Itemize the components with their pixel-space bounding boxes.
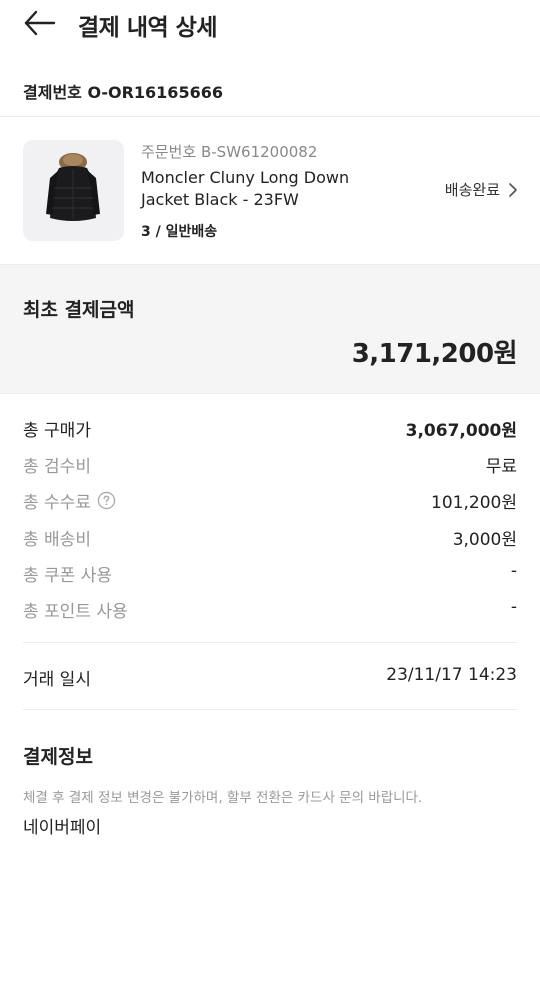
arrow-left-icon bbox=[24, 10, 56, 36]
cost-line-inspection: 총 검수비 무료 bbox=[23, 448, 517, 484]
cost-line-label: 총 배송비 bbox=[23, 529, 91, 550]
trade-datetime-value: 23/11/17 14:23 bbox=[386, 665, 517, 685]
divider bbox=[23, 642, 517, 643]
back-button[interactable] bbox=[22, 8, 58, 38]
product-name-line2: Jacket Black - 23FW bbox=[141, 190, 299, 209]
cost-line-label: 총 검수비 bbox=[23, 457, 91, 478]
cost-line-shipping: 총 배송비 3,000원 bbox=[23, 521, 517, 557]
cost-line-coupon: 총 쿠폰 사용 - bbox=[23, 557, 517, 593]
cost-breakdown: 총 구매가 3,067,000원 총 검수비 무료 총 수수료 101,200원… bbox=[23, 412, 517, 629]
help-circle-icon[interactable] bbox=[97, 491, 116, 510]
payment-method: 네이버페이 bbox=[23, 818, 102, 838]
down-jacket-image bbox=[46, 153, 100, 221]
product-thumbnail bbox=[23, 140, 124, 241]
order-number: 주문번호 B-SW61200082 bbox=[141, 143, 318, 161]
initial-payment-summary: 최초 결제금액 3,171,200원 bbox=[0, 264, 540, 394]
cost-line-value: 3,067,000원 bbox=[405, 421, 517, 441]
cost-line-label: 총 쿠폰 사용 bbox=[23, 565, 113, 586]
product-name-line1: Moncler Cluny Long Down bbox=[141, 168, 350, 187]
cost-line-label: 총 수수료 bbox=[23, 493, 91, 514]
shipping-status-link[interactable]: 배송완료 bbox=[445, 179, 518, 200]
summary-label: 최초 결제금액 bbox=[23, 299, 135, 321]
cost-line-fee: 총 수수료 101,200원 bbox=[23, 484, 517, 520]
cost-line-label: 총 구매가 bbox=[23, 421, 91, 441]
header: 결제 내역 상세 bbox=[0, 0, 540, 50]
cost-line-value: - bbox=[510, 560, 517, 581]
product-name: Moncler Cluny Long Down Jacket Black - 2… bbox=[141, 167, 401, 211]
cost-line-label: 총 포인트 사용 bbox=[23, 601, 128, 622]
payment-info-note: 체결 후 결제 정보 변경은 불가하며, 할부 전환은 카드사 문의 바랍니다. bbox=[23, 790, 423, 806]
cost-line-value: 101,200원 bbox=[431, 493, 517, 514]
page-title: 결제 내역 상세 bbox=[78, 15, 217, 41]
cost-line-points: 총 포인트 사용 - bbox=[23, 593, 517, 629]
payment-number: 결제번호 O-OR16165666 bbox=[23, 83, 223, 102]
order-item[interactable]: 주문번호 B-SW61200082 Moncler Cluny Long Dow… bbox=[0, 117, 540, 264]
cost-line-purchase: 총 구매가 3,067,000원 bbox=[23, 412, 517, 448]
divider bbox=[23, 709, 517, 710]
chevron-right-icon bbox=[509, 182, 517, 197]
quantity-shipping: 3 / 일반배송 bbox=[141, 224, 218, 240]
cost-line-value: - bbox=[510, 596, 517, 617]
summary-amount: 3,171,200원 bbox=[351, 339, 518, 369]
shipping-status-label: 배송완료 bbox=[444, 181, 500, 199]
cost-line-label-wrap: 총 수수료 bbox=[23, 488, 116, 513]
cost-line-value: 3,000원 bbox=[452, 529, 517, 550]
trade-datetime-label: 거래 일시 bbox=[23, 670, 91, 690]
payment-info-title: 결제정보 bbox=[23, 746, 93, 768]
cost-line-value: 무료 bbox=[485, 457, 517, 478]
